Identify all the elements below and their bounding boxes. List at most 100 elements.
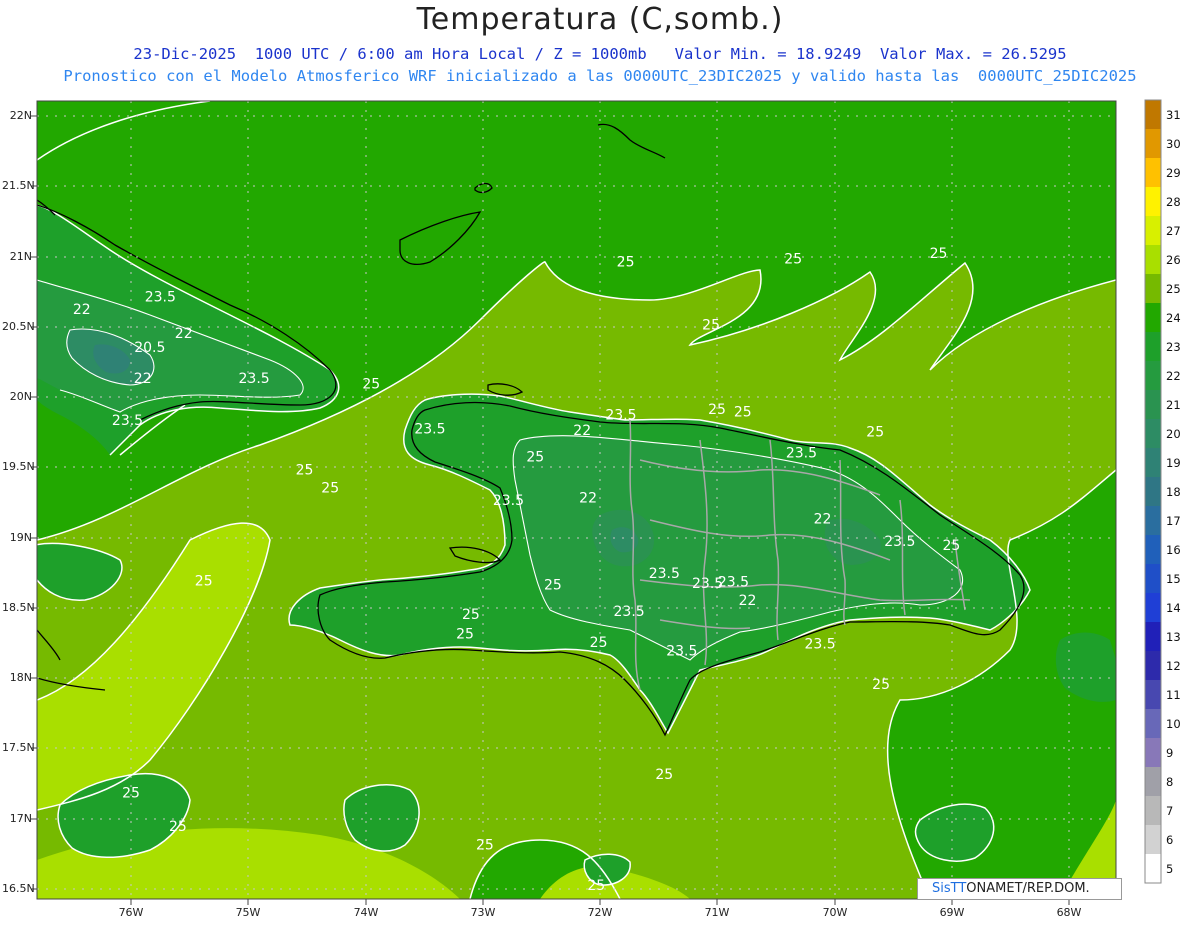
colorbar-swatch bbox=[1145, 535, 1161, 564]
contour-label: 25 bbox=[526, 450, 544, 466]
lat-label: 17N bbox=[9, 812, 32, 825]
colorbar-label: 12 bbox=[1166, 658, 1181, 673]
contour-label: 25 bbox=[655, 767, 673, 783]
contour-label: 25 bbox=[544, 578, 562, 594]
contour-label: 23.5 bbox=[145, 290, 176, 306]
colorbar-label: 18 bbox=[1166, 484, 1181, 499]
contour-label: 22 bbox=[814, 511, 832, 527]
colorbar-label: 19 bbox=[1166, 455, 1181, 470]
temperature-fill-layer: 25 25 25 25 25 25 25 25 25 25 25 25 25 25 25 25 25 25 25 25… bbox=[37, 101, 1116, 899]
colorbar-label: 29 bbox=[1166, 165, 1181, 180]
contour-label: 23.5 bbox=[649, 566, 680, 582]
contour-label: 25 bbox=[321, 481, 339, 497]
colorbar-swatch bbox=[1145, 796, 1161, 825]
lon-label: 73W bbox=[470, 906, 496, 919]
lat-label: 21.5N bbox=[2, 179, 35, 192]
temperature-map: 25 25 25 25 25 25 25 25 25 25 25 25 25 25 25 25 25 25 25 25… bbox=[31, 99, 1162, 905]
colorbar-swatch bbox=[1145, 390, 1161, 419]
colorbar-label: 10 bbox=[1166, 716, 1181, 731]
contour-label: 23.5 bbox=[718, 575, 749, 591]
colorbar-swatch bbox=[1145, 332, 1161, 361]
credit-box: SisTTONAMET/REP.DOM. bbox=[917, 878, 1122, 900]
colorbar-label: 20 bbox=[1166, 426, 1181, 441]
colorbar-swatch bbox=[1145, 187, 1161, 216]
colorbar-swatch bbox=[1145, 593, 1161, 622]
colorbar-label: 6 bbox=[1166, 832, 1174, 847]
lon-label: 76W bbox=[118, 906, 144, 919]
credit-sistt: SisTT bbox=[932, 881, 967, 896]
contour-label: 25 bbox=[702, 318, 720, 334]
colorbar-swatch bbox=[1145, 477, 1161, 506]
contour-label: 22 bbox=[73, 302, 91, 318]
colorbar-label: 22 bbox=[1166, 368, 1181, 383]
colorbar-label: 25 bbox=[1166, 281, 1181, 296]
contour-label: 25 bbox=[587, 878, 605, 894]
lon-label: 72W bbox=[587, 906, 613, 919]
lon-label: 69W bbox=[939, 906, 965, 919]
contour-label: 23.5 bbox=[605, 408, 636, 424]
contour-label: 23.5 bbox=[239, 371, 270, 387]
contour-label: 25 bbox=[708, 402, 726, 418]
colorbar-swatch bbox=[1145, 622, 1161, 651]
colorbar-label: 23 bbox=[1166, 339, 1181, 354]
colorbar-label: 27 bbox=[1166, 223, 1181, 238]
contour-label: 23.5 bbox=[884, 534, 915, 550]
contour-label: 23.5 bbox=[112, 413, 143, 429]
lat-label: 21N bbox=[9, 250, 32, 263]
lat-label: 20N bbox=[9, 390, 32, 403]
colorbar-swatch bbox=[1145, 419, 1161, 448]
colorbar-swatch bbox=[1145, 506, 1161, 535]
contour-label: 22 bbox=[175, 326, 193, 342]
colorbar-label: 14 bbox=[1166, 600, 1181, 615]
lat-label: 18N bbox=[9, 671, 32, 684]
contour-label: 23.5 bbox=[414, 422, 445, 438]
colorbar-swatch bbox=[1145, 216, 1161, 245]
contour-label: 23.5 bbox=[493, 493, 524, 509]
colorbar-label: 15 bbox=[1166, 571, 1181, 586]
colorbar-swatch bbox=[1145, 738, 1161, 767]
contour-label: 23.5 bbox=[786, 445, 817, 461]
contour-label: 25 bbox=[195, 573, 213, 589]
colorbar-label: 17 bbox=[1166, 513, 1181, 528]
colorbar-label: 26 bbox=[1166, 252, 1181, 267]
colorbar-swatch bbox=[1145, 245, 1161, 274]
contour-label: 25 bbox=[456, 627, 474, 643]
contour-label: 25 bbox=[476, 837, 494, 853]
contour-label: 25 bbox=[617, 254, 635, 270]
contour-label: 25 bbox=[942, 538, 960, 554]
credit-onamet: ONAMET/REP.DOM. bbox=[966, 881, 1090, 896]
lat-label: 19N bbox=[9, 531, 32, 544]
colorbar-label: 5 bbox=[1166, 861, 1174, 876]
contour-label: 22 bbox=[579, 490, 597, 506]
colorbar-label: 30 bbox=[1166, 136, 1181, 151]
lon-label: 68W bbox=[1056, 906, 1082, 919]
colorbar-label: 21 bbox=[1166, 397, 1181, 412]
contour-label: 20.5 bbox=[134, 340, 165, 356]
contour-label: 23.5 bbox=[614, 604, 645, 620]
colorbar-label: 24 bbox=[1166, 310, 1181, 325]
contour-label: 22 bbox=[739, 593, 757, 609]
contour-label: 25 bbox=[296, 462, 314, 478]
colorbar-label: 7 bbox=[1166, 803, 1174, 818]
contour-label: 25 bbox=[362, 377, 380, 393]
colorbar-swatch bbox=[1145, 825, 1161, 854]
colorbar-swatch bbox=[1145, 564, 1161, 593]
colorbar-label: 13 bbox=[1166, 629, 1181, 644]
contour-label: 25 bbox=[784, 252, 802, 268]
lat-label: 16.5N bbox=[2, 882, 35, 895]
contour-label: 25 bbox=[590, 635, 608, 651]
lon-label: 71W bbox=[704, 906, 730, 919]
colorbar-label: 9 bbox=[1166, 745, 1174, 760]
colorbar-swatch bbox=[1145, 709, 1161, 738]
lon-label: 75W bbox=[235, 906, 261, 919]
colorbar bbox=[1144, 99, 1162, 884]
lat-label: 17.5N bbox=[2, 741, 35, 754]
colorbar-swatch bbox=[1145, 303, 1161, 332]
colorbar-label: 8 bbox=[1166, 774, 1174, 789]
colorbar-label: 16 bbox=[1166, 542, 1181, 557]
colorbar-swatch bbox=[1145, 680, 1161, 709]
lat-label: 22N bbox=[9, 109, 32, 122]
lon-label: 74W bbox=[353, 906, 379, 919]
colorbar-label: 31 bbox=[1166, 107, 1181, 122]
colorbar-swatch bbox=[1145, 100, 1161, 129]
